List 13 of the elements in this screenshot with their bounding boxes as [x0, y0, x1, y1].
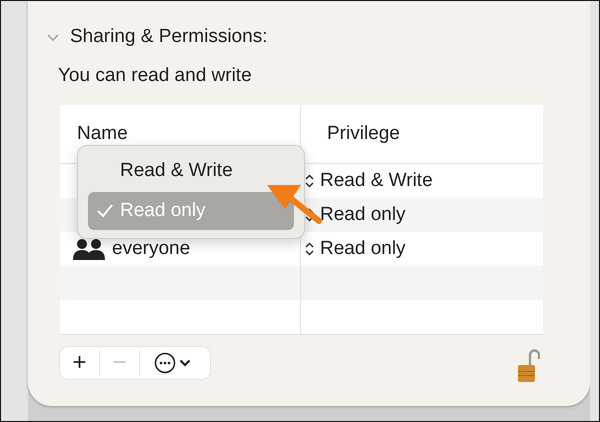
- section-title: Sharing & Permissions:: [70, 26, 268, 48]
- add-button[interactable]: +: [60, 350, 100, 376]
- group-icon: [72, 238, 106, 260]
- checkmark-icon: [96, 203, 114, 219]
- user-name: everyone: [112, 238, 190, 260]
- unlocked-lock-icon[interactable]: [518, 347, 540, 383]
- stepper-icon[interactable]: [305, 242, 314, 256]
- stepper-icon[interactable]: [305, 174, 314, 188]
- permission-status: You can read and write: [58, 64, 253, 88]
- annotation-arrow: [267, 185, 322, 224]
- menu-item[interactable]: Read & Write: [88, 152, 294, 190]
- more-icon: [154, 352, 176, 374]
- chevron-down-icon: [179, 359, 191, 367]
